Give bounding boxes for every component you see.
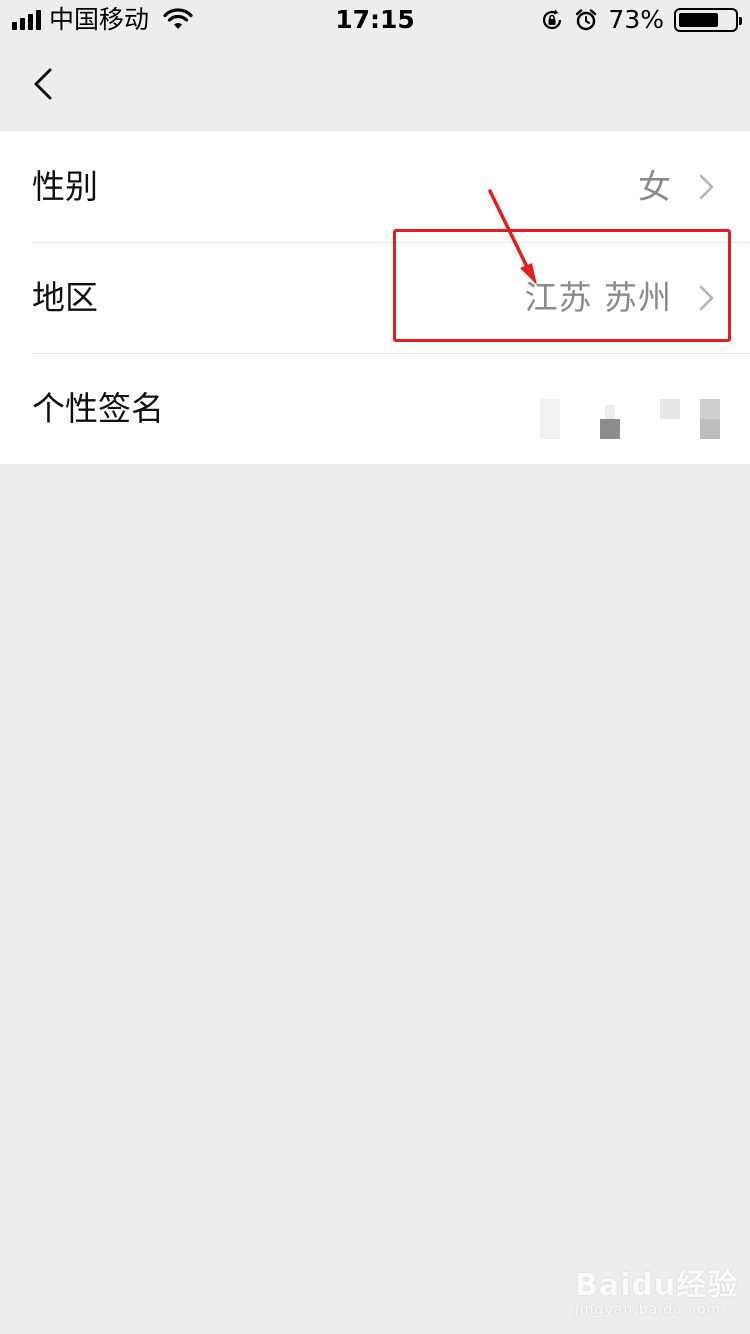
signature-label: 个性签名 bbox=[32, 389, 164, 428]
status-bar: 中国移动 17:15 73% bbox=[0, 0, 750, 40]
region-row[interactable]: 地区 江苏 苏州 bbox=[0, 242, 750, 353]
watermark: Baidu经验 jingyan.baidu.com bbox=[575, 1260, 738, 1318]
alarm-icon bbox=[576, 9, 597, 31]
signature-row[interactable]: 个性签名 bbox=[0, 353, 750, 464]
gender-value: 女 bbox=[638, 167, 672, 206]
battery-cap bbox=[739, 17, 742, 25]
gender-row[interactable]: 性别 女 bbox=[0, 131, 750, 242]
chevron-left-icon[interactable] bbox=[24, 60, 68, 108]
battery-icon bbox=[674, 8, 742, 32]
region-label: 地区 bbox=[32, 278, 98, 317]
rotation-lock-icon bbox=[543, 9, 562, 30]
battery-fill bbox=[679, 13, 718, 27]
watermark-main: Baidu经验 bbox=[575, 1268, 739, 1303]
settings-list: 性别 女 地区 江苏 苏州 个性签名 bbox=[0, 130, 750, 464]
battery-percent: 73% bbox=[608, 5, 664, 34]
chevron-right-icon bbox=[699, 285, 714, 311]
chevron-right-icon bbox=[699, 174, 714, 200]
status-right: 73% bbox=[540, 5, 742, 34]
nav-bar bbox=[0, 40, 750, 130]
gender-label: 性别 bbox=[32, 167, 98, 206]
watermark-sub: jingyan.baidu.com bbox=[575, 1302, 722, 1318]
region-value: 江苏 苏州 bbox=[524, 278, 672, 317]
signature-value-blurred bbox=[530, 353, 720, 464]
